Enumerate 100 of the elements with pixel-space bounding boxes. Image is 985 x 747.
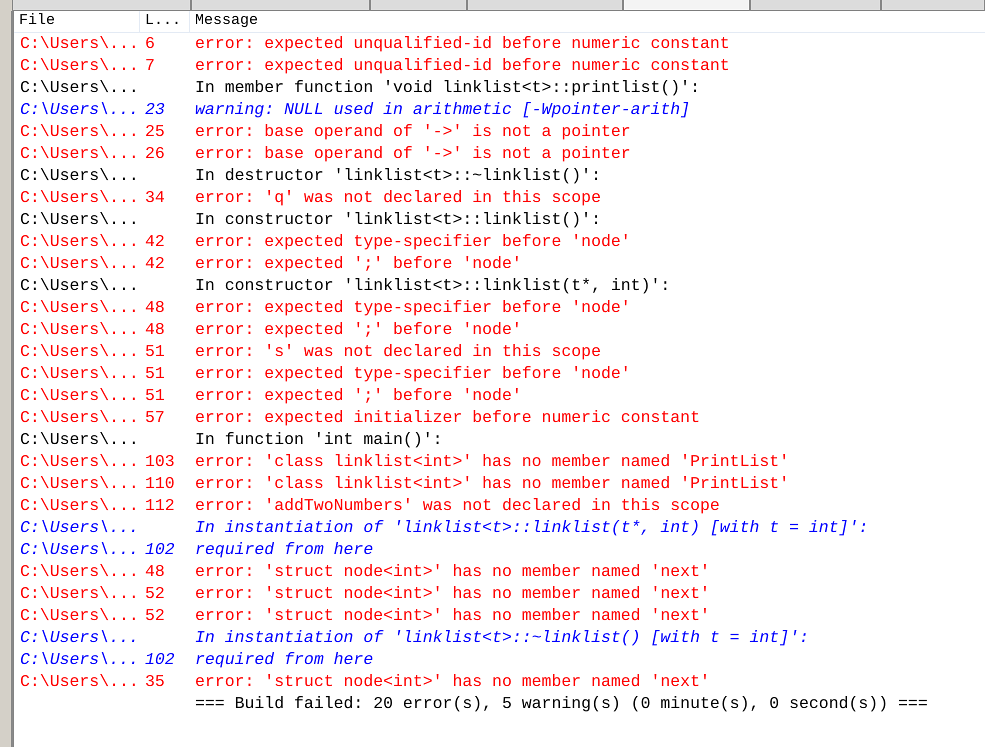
table-row[interactable]: C:\Users\... 57 error: expected initializer before numeric constant	[14, 407, 985, 429]
table-row[interactable]: C:\Users\... 51 error: 's' was not declared in this scope	[14, 341, 985, 363]
table-cell: C:\Users\...	[20, 298, 139, 317]
table-cell-text: error: 'class linklist<int>' has no member named 'PrintList'	[195, 450, 790, 473]
table-cell-text: required from here	[195, 648, 374, 671]
table-row[interactable]: === Build failed: 20 error(s), 5 warning(s) (0 minute(s), 0 second(s)) ===	[14, 693, 985, 715]
column-header[interactable]: L...	[140, 11, 190, 32]
table-cell: C:\Users\...	[20, 650, 139, 669]
table-row[interactable]: C:\Users\... In instantiation of 'linklist<t>::~linklist() [with t = int]':	[14, 627, 985, 649]
table-cell: C:\Users\...	[20, 144, 139, 163]
table-cell: C:\Users\...	[20, 342, 139, 361]
table-cell-text: error: base operand of '->' is not a pointer	[195, 120, 631, 143]
table-cell: C:\Users\...	[20, 166, 139, 185]
table-cell: 48	[145, 562, 165, 581]
table-row[interactable]: C:\Users\... In function 'int main()':	[14, 429, 985, 451]
table-row[interactable]: C:\Users\... 42 error: expected type-specifier before 'node'	[14, 231, 985, 253]
table-row[interactable]: C:\Users\... 48 error: expected ';' before 'node'	[14, 319, 985, 341]
table-cell: C:\Users\...	[20, 430, 139, 449]
table-cell: 6	[145, 34, 155, 53]
table-row[interactable]: C:\Users\... 34 error: 'q' was not declared in this scope	[14, 187, 985, 209]
table-row[interactable]: C:\Users\... In constructor 'linklist<t>::linklist(t*, int)':	[14, 275, 985, 297]
table-cell-text: error: expected unqualified-id before numeric constant	[195, 54, 730, 77]
table-row[interactable]: C:\Users\... 42 error: expected ';' before 'node'	[14, 253, 985, 275]
table-cell-text: error: expected initializer before numeric constant	[195, 406, 700, 429]
table-cell: C:\Users\...	[20, 210, 139, 229]
table-row[interactable]: C:\Users\... In member function 'void linklist<t>::printlist()':	[14, 77, 985, 99]
column-header[interactable]: File	[14, 11, 140, 32]
table-cell: C:\Users\...	[20, 188, 139, 207]
tab[interactable]	[12, 0, 191, 11]
table-cell-text: error: 'struct node<int>' has no member named 'next'	[195, 670, 710, 693]
table-cell: 103	[145, 452, 175, 471]
table-cell: C:\Users\...	[20, 276, 139, 295]
table-row[interactable]: C:\Users\... In constructor 'linklist<t>::linklist()':	[14, 209, 985, 231]
table-row[interactable]: C:\Users\... 52 error: 'struct node<int>' has no member named 'next'	[14, 583, 985, 605]
table-cell: C:\Users\...	[20, 408, 139, 427]
table-cell: C:\Users\...	[20, 78, 139, 97]
table-cell: 52	[145, 606, 165, 625]
table-row[interactable]: C:\Users\... 48 error: expected type-specifier before 'node'	[14, 297, 985, 319]
table-cell-text: In constructor 'linklist<t>::linklist()':	[195, 208, 601, 231]
table-cell-text: error: 'q' was not declared in this scope	[195, 186, 601, 209]
table-cell: C:\Users\...	[20, 474, 139, 493]
table-cell: C:\Users\...	[20, 364, 139, 383]
table-row[interactable]: C:\Users\... 7 error: expected unqualified-id before numeric constant	[14, 55, 985, 77]
tab[interactable]	[750, 0, 880, 11]
table-cell-text: error: base operand of '->' is not a pointer	[195, 142, 631, 165]
table-cell: C:\Users\...	[20, 606, 139, 625]
table-cell-text: required from here	[195, 538, 374, 561]
table-row[interactable]: C:\Users\... 25 error: base operand of '->' is not a pointer	[14, 121, 985, 143]
table-cell: 102	[145, 540, 175, 559]
tab[interactable]	[880, 0, 985, 11]
table-cell-text: error: 'addTwoNumbers' was not declared in this scope	[195, 494, 720, 517]
column-header[interactable]: Message	[190, 11, 985, 32]
table-cell-text: In constructor 'linklist<t>::linklist(t*, int)':	[195, 274, 670, 297]
table-cell-text: error: 'struct node<int>' has no member named 'next'	[195, 582, 710, 605]
table-cell-text: error: expected unqualified-id before numeric constant	[195, 32, 730, 55]
table-cell: C:\Users\...	[20, 386, 139, 405]
table-cell-text: warning: NULL used in arithmetic [-Wpointer-arith]	[195, 98, 690, 121]
table-cell-text: error: 'struct node<int>' has no member named 'next'	[195, 560, 710, 583]
table-cell: 51	[145, 386, 165, 405]
table-row[interactable]: C:\Users\... 51 error: expected ';' before 'node'	[14, 385, 985, 407]
table-cell-text: In instantiation of 'linklist<t>::~linklist() [with t = int]':	[195, 626, 809, 649]
table-row[interactable]: C:\Users\... 112 error: 'addTwoNumbers' was not declared in this scope	[14, 495, 985, 517]
table-row[interactable]: C:\Users\... In destructor 'linklist<t>::~linklist()':	[14, 165, 985, 187]
table-row[interactable]: C:\Users\... 102 required from here	[14, 649, 985, 671]
table-row[interactable]: C:\Users\... 51 error: expected type-specifier before 'node'	[14, 363, 985, 385]
table-cell: 112	[145, 496, 175, 515]
table-cell: 52	[145, 584, 165, 603]
table-row[interactable]: C:\Users\... 26 error: base operand of '->' is not a pointer	[14, 143, 985, 165]
table-cell: C:\Users\...	[20, 320, 139, 339]
table-row[interactable]: C:\Users\... 23 warning: NULL used in arithmetic [-Wpointer-arith]	[14, 99, 985, 121]
table-cell: C:\Users\...	[20, 452, 139, 471]
table-cell: 25	[145, 122, 165, 141]
table-cell: 51	[145, 364, 165, 383]
table-row[interactable]: C:\Users\... 35 error: 'struct node<int>' has no member named 'next'	[14, 671, 985, 693]
table-row[interactable]: C:\Users\... 110 error: 'class linklist<int>' has no member named 'PrintList'	[14, 473, 985, 495]
table-cell: 48	[145, 298, 165, 317]
table-row[interactable]: C:\Users\... 52 error: 'struct node<int>' has no member named 'next'	[14, 605, 985, 627]
table-cell-text: error: expected type-specifier before 'node'	[195, 362, 631, 385]
table-row[interactable]: C:\Users\... In instantiation of 'linklist<t>::linklist(t*, int) [with t = int]':	[14, 517, 985, 539]
table-cell: C:\Users\...	[20, 584, 139, 603]
tab[interactable]	[190, 0, 370, 11]
table-cell: 42	[145, 254, 165, 273]
table-row[interactable]: C:\Users\... 6 error: expected unqualified-id before numeric constant	[14, 33, 985, 55]
table-cell: 35	[145, 672, 165, 691]
table-cell: 34	[145, 188, 165, 207]
table-cell: C:\Users\...	[20, 56, 139, 75]
table-cell: C:\Users\...	[20, 496, 139, 515]
table-cell: 7	[145, 56, 155, 75]
tab[interactable]	[623, 0, 750, 11]
table-row[interactable]: C:\Users\... 103 error: 'class linklist<int>' has no member named 'PrintList'	[14, 451, 985, 473]
tab[interactable]	[370, 0, 467, 11]
table-cell: C:\Users\...	[20, 672, 139, 691]
table-cell: 51	[145, 342, 165, 361]
table-cell-text: error: expected type-specifier before 'node'	[195, 230, 631, 253]
table-cell: C:\Users\...	[20, 628, 139, 647]
tab[interactable]	[466, 0, 624, 11]
table-row[interactable]: C:\Users\... 48 error: 'struct node<int>' has no member named 'next'	[14, 561, 985, 583]
table-cell: C:\Users\...	[20, 34, 139, 53]
table-cell: 23	[145, 100, 165, 119]
table-row[interactable]: C:\Users\... 102 required from here	[14, 539, 985, 561]
